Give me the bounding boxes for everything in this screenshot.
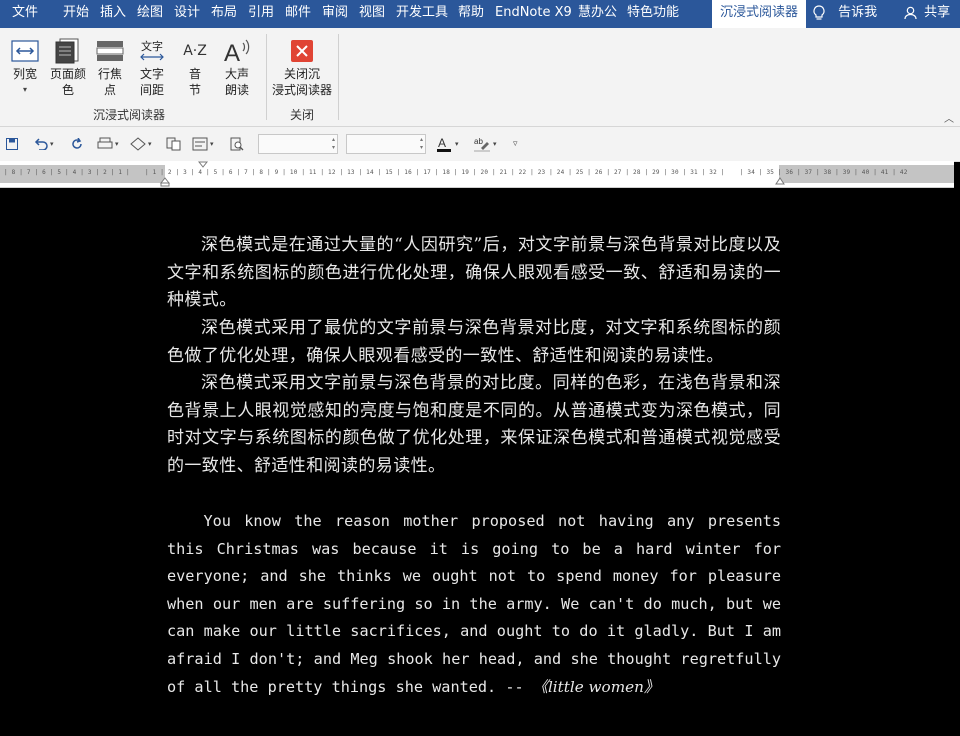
tab-special-features[interactable]: 特色功能 (627, 0, 679, 28)
share-button[interactable]: 共享 (904, 0, 950, 28)
tell-me-label: 告诉我 (838, 5, 878, 20)
right-indent-marker-icon[interactable] (775, 177, 785, 185)
syllables-icon: A·Z (183, 43, 207, 59)
tab-insert[interactable]: 插入 (100, 0, 126, 28)
tab-immersive-reader[interactable]: 沉浸式阅读器 (712, 0, 807, 28)
svg-text:A: A (224, 40, 240, 65)
tab-file[interactable]: 文件 (12, 0, 38, 28)
group-separator (266, 34, 267, 120)
paragraph-cn-1: 深色模式是在通过大量的“人因研究”后，对文字前景与深色背景对比度以及文字和系统图… (167, 235, 781, 311)
read-aloud-button[interactable]: A 大声 朗读 (219, 36, 255, 98)
spinner-icon[interactable]: ▴ ▾ (332, 136, 335, 152)
column-width-button[interactable]: 列宽 ▾ (8, 36, 42, 98)
page-color-button[interactable]: 页面颜 色 (47, 36, 89, 98)
format-painter-icon[interactable] (166, 136, 182, 152)
redo-icon[interactable] (71, 136, 83, 152)
syllables-label: 音 节 (188, 67, 201, 97)
menu-bar: 文件 开始 插入 绘图 设计 布局 引用 邮件 审阅 视图 开发工具 帮助 En… (0, 0, 960, 28)
column-width-icon (11, 40, 39, 62)
person-icon (904, 6, 917, 19)
tab-huibangong[interactable]: 慧办公 (578, 0, 617, 28)
syllables-button[interactable]: A·Z 音 节 (178, 36, 212, 98)
ribbon: 列宽 ▾ 页面颜 色 行焦 点 文字 文字 间距 A·Z 音 节 A 大声 朗读… (0, 28, 960, 127)
save-icon[interactable] (6, 136, 18, 152)
text-spacing-button[interactable]: 文字 文字 间距 (135, 36, 169, 98)
page-color-icon (55, 38, 79, 64)
svg-text:ab: ab (474, 137, 483, 146)
font-color-icon[interactable]: A ▾ (436, 136, 459, 152)
left-indent-marker-icon[interactable] (160, 177, 170, 187)
paragraph-cn-3: 深色模式采用文字前景与深色背景的对比度。同样的色彩，在浅色背景和深色背景上人眼视… (167, 373, 781, 476)
tab-layout[interactable]: 布局 (211, 0, 237, 28)
share-label: 共享 (924, 5, 951, 20)
line-focus-icon (96, 41, 124, 61)
text-spacing-label: 文字 间距 (139, 67, 164, 97)
document-area[interactable]: 深色模式是在通过大量的“人因研究”后，对文字前景与深色背景对比度以及文字和系统图… (0, 188, 960, 736)
double-arrow-icon (140, 53, 164, 61)
group-label-immersive-reader: 沉浸式阅读器 (93, 108, 166, 122)
tab-review[interactable]: 审阅 (322, 0, 348, 28)
book-citation: 《little women》 (532, 677, 660, 696)
group-separator (338, 34, 339, 120)
quick-access-toolbar: ▾ ▾ ▾ ▾ ▴ ▾ ▴ ▾ A ▾ ab ▾ ▿ (0, 127, 960, 162)
ruler-ticks: | 8 | 7 | 6 | 5 | 4 | 3 | 2 | 1 | | 1 | … (4, 169, 908, 176)
font-name-box[interactable]: ▴ ▾ (258, 134, 338, 154)
tab-mailings[interactable]: 邮件 (285, 0, 311, 28)
tab-design[interactable]: 设计 (174, 0, 200, 28)
tab-draw[interactable]: 绘图 (137, 0, 163, 28)
svg-text:A: A (438, 136, 446, 150)
lightbulb-icon (813, 4, 825, 20)
read-aloud-icon: A (224, 39, 250, 65)
text-box-icon[interactable]: ▾ (192, 136, 214, 152)
customize-toolbar-icon[interactable]: ▿ (513, 136, 518, 152)
horizontal-ruler[interactable]: | 8 | 7 | 6 | 5 | 4 | 3 | 2 | 1 | | 1 | … (0, 161, 954, 188)
column-width-label: 列宽 (12, 67, 37, 81)
collapse-ribbon-icon[interactable]: ︿ (944, 110, 954, 125)
first-line-indent-marker-icon[interactable] (198, 161, 208, 169)
highlight-icon[interactable]: ab ▾ (473, 136, 497, 152)
group-label-close: 关闭 (290, 108, 315, 122)
close-reader-label: 关闭沉 浸式阅读器 (272, 67, 333, 97)
tab-endnote[interactable]: EndNote X9 (495, 0, 572, 28)
line-focus-button[interactable]: 行焦 点 (93, 36, 127, 98)
read-aloud-label: 大声 朗读 (224, 67, 249, 97)
print-layout-icon[interactable]: ▾ (97, 136, 119, 152)
page-color-label: 页面颜 色 (49, 67, 86, 97)
tab-developer[interactable]: 开发工具 (396, 0, 448, 28)
paragraph-en: You know the reason mother proposed not … (167, 508, 781, 701)
text-spacing-icon-text: 文字 (141, 40, 163, 53)
tab-help[interactable]: 帮助 (458, 0, 484, 28)
undo-icon[interactable]: ▾ (34, 136, 54, 152)
tab-view[interactable]: 视图 (359, 0, 385, 28)
paragraph-en-text: You know the reason mother proposed not … (167, 512, 781, 696)
print-preview-icon[interactable] (230, 136, 244, 152)
line-focus-label: 行焦 点 (97, 67, 122, 97)
tell-me-search[interactable]: 告诉我 (812, 0, 877, 28)
tab-home[interactable]: 开始 (63, 0, 89, 28)
close-immersive-reader-button[interactable]: 关闭沉 浸式阅读器 (272, 36, 332, 98)
spinner-icon[interactable]: ▴ ▾ (420, 136, 423, 152)
tab-references[interactable]: 引用 (248, 0, 274, 28)
close-icon (291, 40, 313, 62)
chevron-down-icon: ▾ (22, 85, 27, 94)
paragraph-cn-2: 深色模式采用了最优的文字前景与深色背景对比度，对文字和系统图标的颜色做了优化处理… (167, 318, 781, 366)
shapes-icon[interactable]: ▾ (130, 136, 152, 152)
font-size-box[interactable]: ▴ ▾ (346, 134, 426, 154)
